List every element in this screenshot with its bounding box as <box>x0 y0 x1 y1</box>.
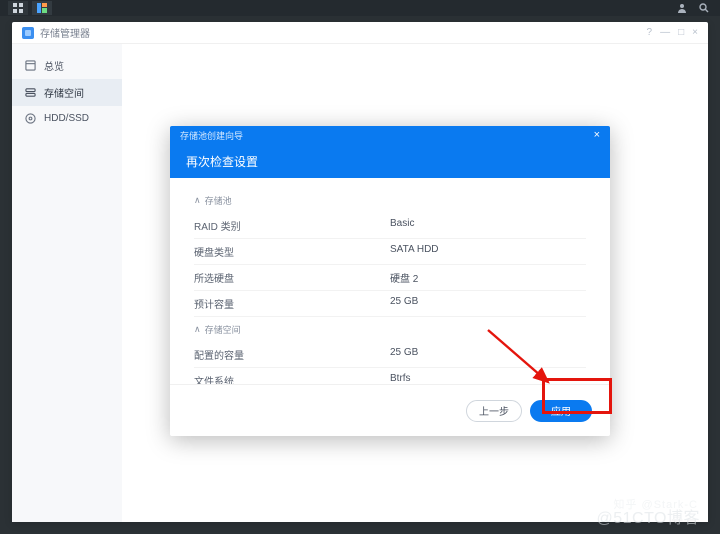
row-label: 配置的容量 <box>194 347 390 362</box>
row-value: 25 GB <box>390 347 586 362</box>
minimize-button[interactable]: — <box>660 27 670 38</box>
tile-icon[interactable] <box>32 1 52 15</box>
row-raid-type: RAID 类别 Basic <box>194 213 586 239</box>
dialog-close-button[interactable]: × <box>594 129 600 141</box>
group-storage-space[interactable]: ∧ 存储空间 <box>194 317 586 342</box>
row-label: 硬盘类型 <box>194 244 390 259</box>
user-icon[interactable] <box>674 2 690 14</box>
help-button[interactable]: ? <box>647 27 653 38</box>
dialog-title: 再次检查设置 <box>186 153 258 170</box>
row-disk-type: 硬盘类型 SATA HDD <box>194 239 586 265</box>
sidebar-item-label: HDD/SSD <box>44 113 89 124</box>
maximize-button[interactable]: □ <box>678 27 684 38</box>
grid-icon[interactable] <box>8 1 28 15</box>
main-area: 存储池创建向导 × 再次检查设置 ∧ 存储池 RAID 类别 Basic <box>122 44 708 522</box>
desktop-topbar <box>0 0 720 16</box>
storage-icon <box>24 87 36 99</box>
storage-app-icon <box>22 27 34 39</box>
dialog-content: ∧ 存储池 RAID 类别 Basic 硬盘类型 SATA HDD 所选硬盘 硬… <box>170 178 610 384</box>
dashboard-icon <box>24 60 36 72</box>
sidebar-item-hddssd[interactable]: HDD/SSD <box>12 106 122 130</box>
caret-up-icon: ∧ <box>194 195 201 206</box>
group-title: 存储池 <box>205 194 232 207</box>
dialog-header: 再次检查设置 <box>170 144 610 178</box>
sidebar-item-label: 存储空间 <box>44 85 84 100</box>
caret-up-icon: ∧ <box>194 324 201 335</box>
window-title: 存储管理器 <box>40 25 90 40</box>
sidebar-item-storage[interactable]: 存储空间 <box>12 79 122 106</box>
sidebar-item-overview[interactable]: 总览 <box>12 52 122 79</box>
sidebar-item-label: 总览 <box>44 58 64 73</box>
dialog-strip-label: 存储池创建向导 <box>180 129 243 142</box>
apply-button[interactable]: 应用 <box>530 400 592 422</box>
close-button[interactable]: × <box>692 27 698 38</box>
row-selected-disk: 所选硬盘 硬盘 2 <box>194 265 586 291</box>
search-icon[interactable] <box>696 2 712 14</box>
window-titlebar: 存储管理器 ? — □ × <box>12 22 708 44</box>
wizard-dialog: 存储池创建向导 × 再次检查设置 ∧ 存储池 RAID 类别 Basic <box>170 126 610 436</box>
row-value: Btrfs <box>390 373 586 384</box>
group-storage-pool[interactable]: ∧ 存储池 <box>194 188 586 213</box>
row-value: Basic <box>390 218 586 233</box>
dialog-strip: 存储池创建向导 × <box>170 126 610 144</box>
row-value: SATA HDD <box>390 244 586 259</box>
back-button[interactable]: 上一步 <box>466 400 522 422</box>
row-value: 25 GB <box>390 296 586 311</box>
disk-icon <box>24 112 36 124</box>
row-value: 硬盘 2 <box>390 270 586 285</box>
row-allocated-capacity: 配置的容量 25 GB <box>194 342 586 368</box>
sidebar: 总览 存储空间 HDD/SSD <box>12 44 122 522</box>
row-label: 所选硬盘 <box>194 270 390 285</box>
row-label: 预计容量 <box>194 296 390 311</box>
row-filesystem: 文件系统 Btrfs <box>194 368 586 384</box>
row-label: RAID 类别 <box>194 218 390 233</box>
storage-manager-window: 存储管理器 ? — □ × 总览 存储空间 <box>12 22 708 522</box>
dialog-footer: 上一步 应用 <box>170 384 610 436</box>
group-title: 存储空间 <box>205 323 241 336</box>
row-label: 文件系统 <box>194 373 390 384</box>
row-est-capacity: 预计容量 25 GB <box>194 291 586 317</box>
